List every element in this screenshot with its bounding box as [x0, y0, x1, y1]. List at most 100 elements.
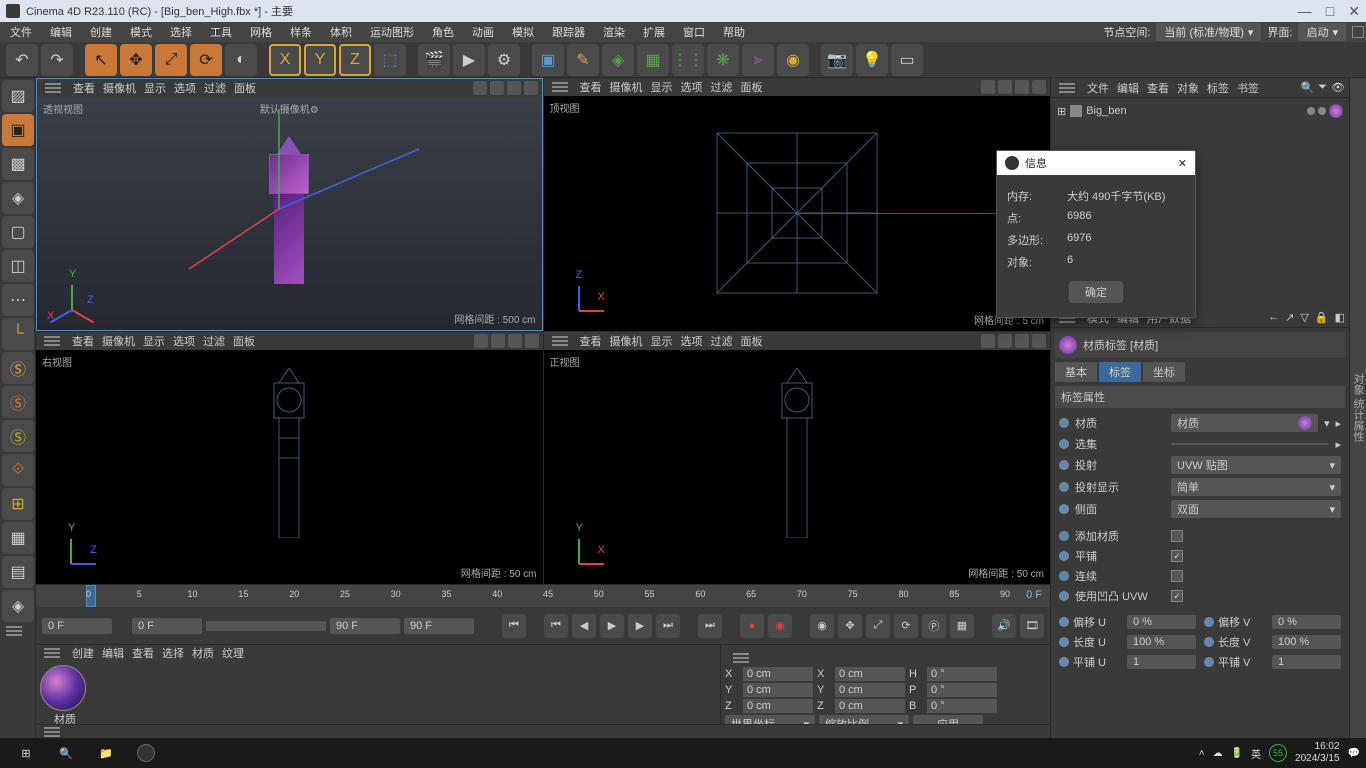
menu-window[interactable]: 窗口	[675, 22, 713, 42]
vp-nav-icon[interactable]	[1032, 80, 1046, 94]
coord-menu-icon[interactable]	[733, 657, 749, 659]
tray-date[interactable]: 2024/3/15	[1295, 753, 1340, 765]
layout-icon[interactable]	[1352, 26, 1364, 38]
menu-render[interactable]: 渲染	[595, 22, 633, 42]
vp-nav-icon[interactable]	[1015, 80, 1029, 94]
left-toolbar-menu-icon[interactable]	[6, 630, 22, 632]
floor-button[interactable]: ▭	[891, 44, 923, 76]
continuous-checkbox[interactable]	[1171, 570, 1183, 582]
attr-radio[interactable]	[1059, 551, 1069, 561]
projection-dropdown[interactable]: UVW 贴图▾	[1171, 456, 1341, 474]
tray-cloud-icon[interactable]: ☁	[1213, 748, 1223, 759]
autokey-button[interactable]: ◉	[768, 614, 792, 638]
attr-radio[interactable]	[1204, 637, 1214, 647]
vp-nav-icon[interactable]	[981, 80, 995, 94]
scale-tool[interactable]: ⤢	[155, 44, 187, 76]
attr-radio[interactable]	[1059, 482, 1069, 492]
right-sidebar[interactable]: 对象 统计属性	[1349, 78, 1366, 738]
vp-menu-view[interactable]: 查看	[73, 80, 95, 96]
vp-menu-camera[interactable]: 摄像机	[103, 80, 136, 96]
close-button[interactable]: ✕	[1348, 3, 1360, 20]
material-link-icon[interactable]: ▾	[1324, 417, 1330, 430]
frame-end[interactable]: 90 F	[330, 618, 400, 634]
range-slider[interactable]	[206, 621, 326, 631]
side-dropdown[interactable]: 双面▾	[1171, 500, 1341, 518]
tray-up-icon[interactable]: ˄	[1199, 748, 1205, 759]
vp-menu-options[interactable]: 选项	[174, 80, 196, 96]
menu-mode[interactable]: 模式	[122, 22, 160, 42]
info-close-button[interactable]: ✕	[1178, 157, 1187, 170]
menu-extensions[interactable]: 扩展	[635, 22, 673, 42]
search-button[interactable]: 🔍	[46, 738, 86, 768]
vp-menu-panel[interactable]: 面板	[741, 79, 763, 95]
render-settings-button[interactable]: ⚙	[488, 44, 520, 76]
menu-volume[interactable]: 体积	[322, 22, 360, 42]
viewport-top[interactable]: 查看 摄像机 显示 选项 过滤 面板 顶视图	[544, 78, 1051, 331]
tray-ime[interactable]: 英	[1251, 746, 1261, 761]
vp-menu-view[interactable]: 查看	[580, 79, 602, 95]
vp-nav-icon[interactable]	[473, 81, 487, 95]
array-button[interactable]: ⋮⋮	[672, 44, 704, 76]
snap-button[interactable]: ⊞	[2, 488, 34, 520]
obj-menu-view[interactable]: 查看	[1147, 80, 1169, 96]
length-v-field[interactable]: 100 %	[1272, 635, 1341, 649]
start-button[interactable]: ⊞	[6, 738, 46, 768]
cube-primitive-button[interactable]: ▣	[532, 44, 564, 76]
camera-button[interactable]: 📷	[821, 44, 853, 76]
tray-battery-icon[interactable]: 🔋	[1231, 748, 1243, 759]
vp-nav-icon[interactable]	[474, 334, 488, 348]
menu-tracker[interactable]: 跟踪器	[544, 22, 593, 42]
vp-menu-camera[interactable]: 摄像机	[102, 333, 135, 349]
material-pick-icon[interactable]: ▸	[1335, 417, 1341, 430]
selection-field[interactable]	[1171, 443, 1329, 445]
mat-menu-material[interactable]: 材质	[192, 645, 214, 661]
tray-notification-icon[interactable]: 💬	[1348, 748, 1360, 759]
vp-menu-filter[interactable]: 过滤	[203, 333, 225, 349]
key-scale-button[interactable]: ⤢	[866, 614, 890, 638]
vp-nav-icon[interactable]	[998, 80, 1012, 94]
sound-button[interactable]: 🔊	[992, 614, 1016, 638]
object-mode-button[interactable]: ▢	[2, 216, 34, 248]
axis-z-toggle[interactable]: Z	[339, 44, 371, 76]
object-manager[interactable]: ⊞ Big_ben	[1051, 98, 1349, 158]
vp-nav-icon[interactable]	[998, 334, 1012, 348]
obj-eye-icon[interactable]: 👁	[1331, 81, 1345, 94]
obj-search-icon[interactable]: 🔍	[1301, 81, 1315, 94]
material-thumbnail[interactable]: 材质	[40, 665, 90, 727]
vp-menu-camera[interactable]: 摄像机	[610, 333, 643, 349]
proj-display-dropdown[interactable]: 简单▾	[1171, 478, 1341, 496]
vp-menu-display[interactable]: 显示	[144, 80, 166, 96]
attr-new-icon[interactable]: ◧	[1335, 311, 1345, 324]
vp-menu-icon[interactable]	[552, 340, 568, 342]
vp-menu-filter[interactable]: 过滤	[204, 80, 226, 96]
mat-menu-select[interactable]: 选择	[162, 645, 184, 661]
render-pv-button[interactable]: ▶	[453, 44, 485, 76]
mat-menu-view[interactable]: 查看	[132, 645, 154, 661]
spline-button[interactable]: ✎	[567, 44, 599, 76]
mat-menu-create[interactable]: 创建	[72, 645, 94, 661]
object-item-bigben[interactable]: ⊞ Big_ben	[1055, 102, 1345, 120]
obj-menu-tags[interactable]: 标签	[1207, 80, 1229, 96]
volume-button[interactable]: ❋	[707, 44, 739, 76]
object-name[interactable]: Big_ben	[1086, 105, 1126, 117]
visibility-dot[interactable]	[1307, 107, 1315, 115]
viewport-front[interactable]: 查看 摄像机 显示 选项 过滤 面板 正视图	[544, 332, 1051, 585]
redo-button[interactable]: ↷	[41, 44, 73, 76]
menu-create[interactable]: 创建	[82, 22, 120, 42]
expand-icon[interactable]: ⊞	[1057, 105, 1066, 118]
pos-z[interactable]: 0 cm	[743, 699, 813, 713]
record-button[interactable]: ●	[740, 614, 764, 638]
offset-v-field[interactable]: 0 %	[1272, 615, 1341, 629]
uv-poly-button[interactable]: Ⓢ	[2, 386, 34, 418]
vp-menu-options[interactable]: 选项	[681, 333, 703, 349]
attr-lock-icon[interactable]: 🔒	[1315, 311, 1329, 324]
vp-nav-icon[interactable]	[981, 334, 995, 348]
attr-back-icon[interactable]: ←	[1268, 311, 1279, 324]
vp-menu-panel[interactable]: 面板	[741, 333, 763, 349]
attr-radio[interactable]	[1204, 617, 1214, 627]
layout-dropdown[interactable]: 启动 ▾	[1298, 23, 1346, 41]
selection-pick-icon[interactable]: ▸	[1335, 438, 1341, 451]
menu-simulate[interactable]: 模拟	[504, 22, 542, 42]
material-field[interactable]: 材质	[1171, 414, 1318, 432]
vp-nav-icon[interactable]	[508, 334, 522, 348]
